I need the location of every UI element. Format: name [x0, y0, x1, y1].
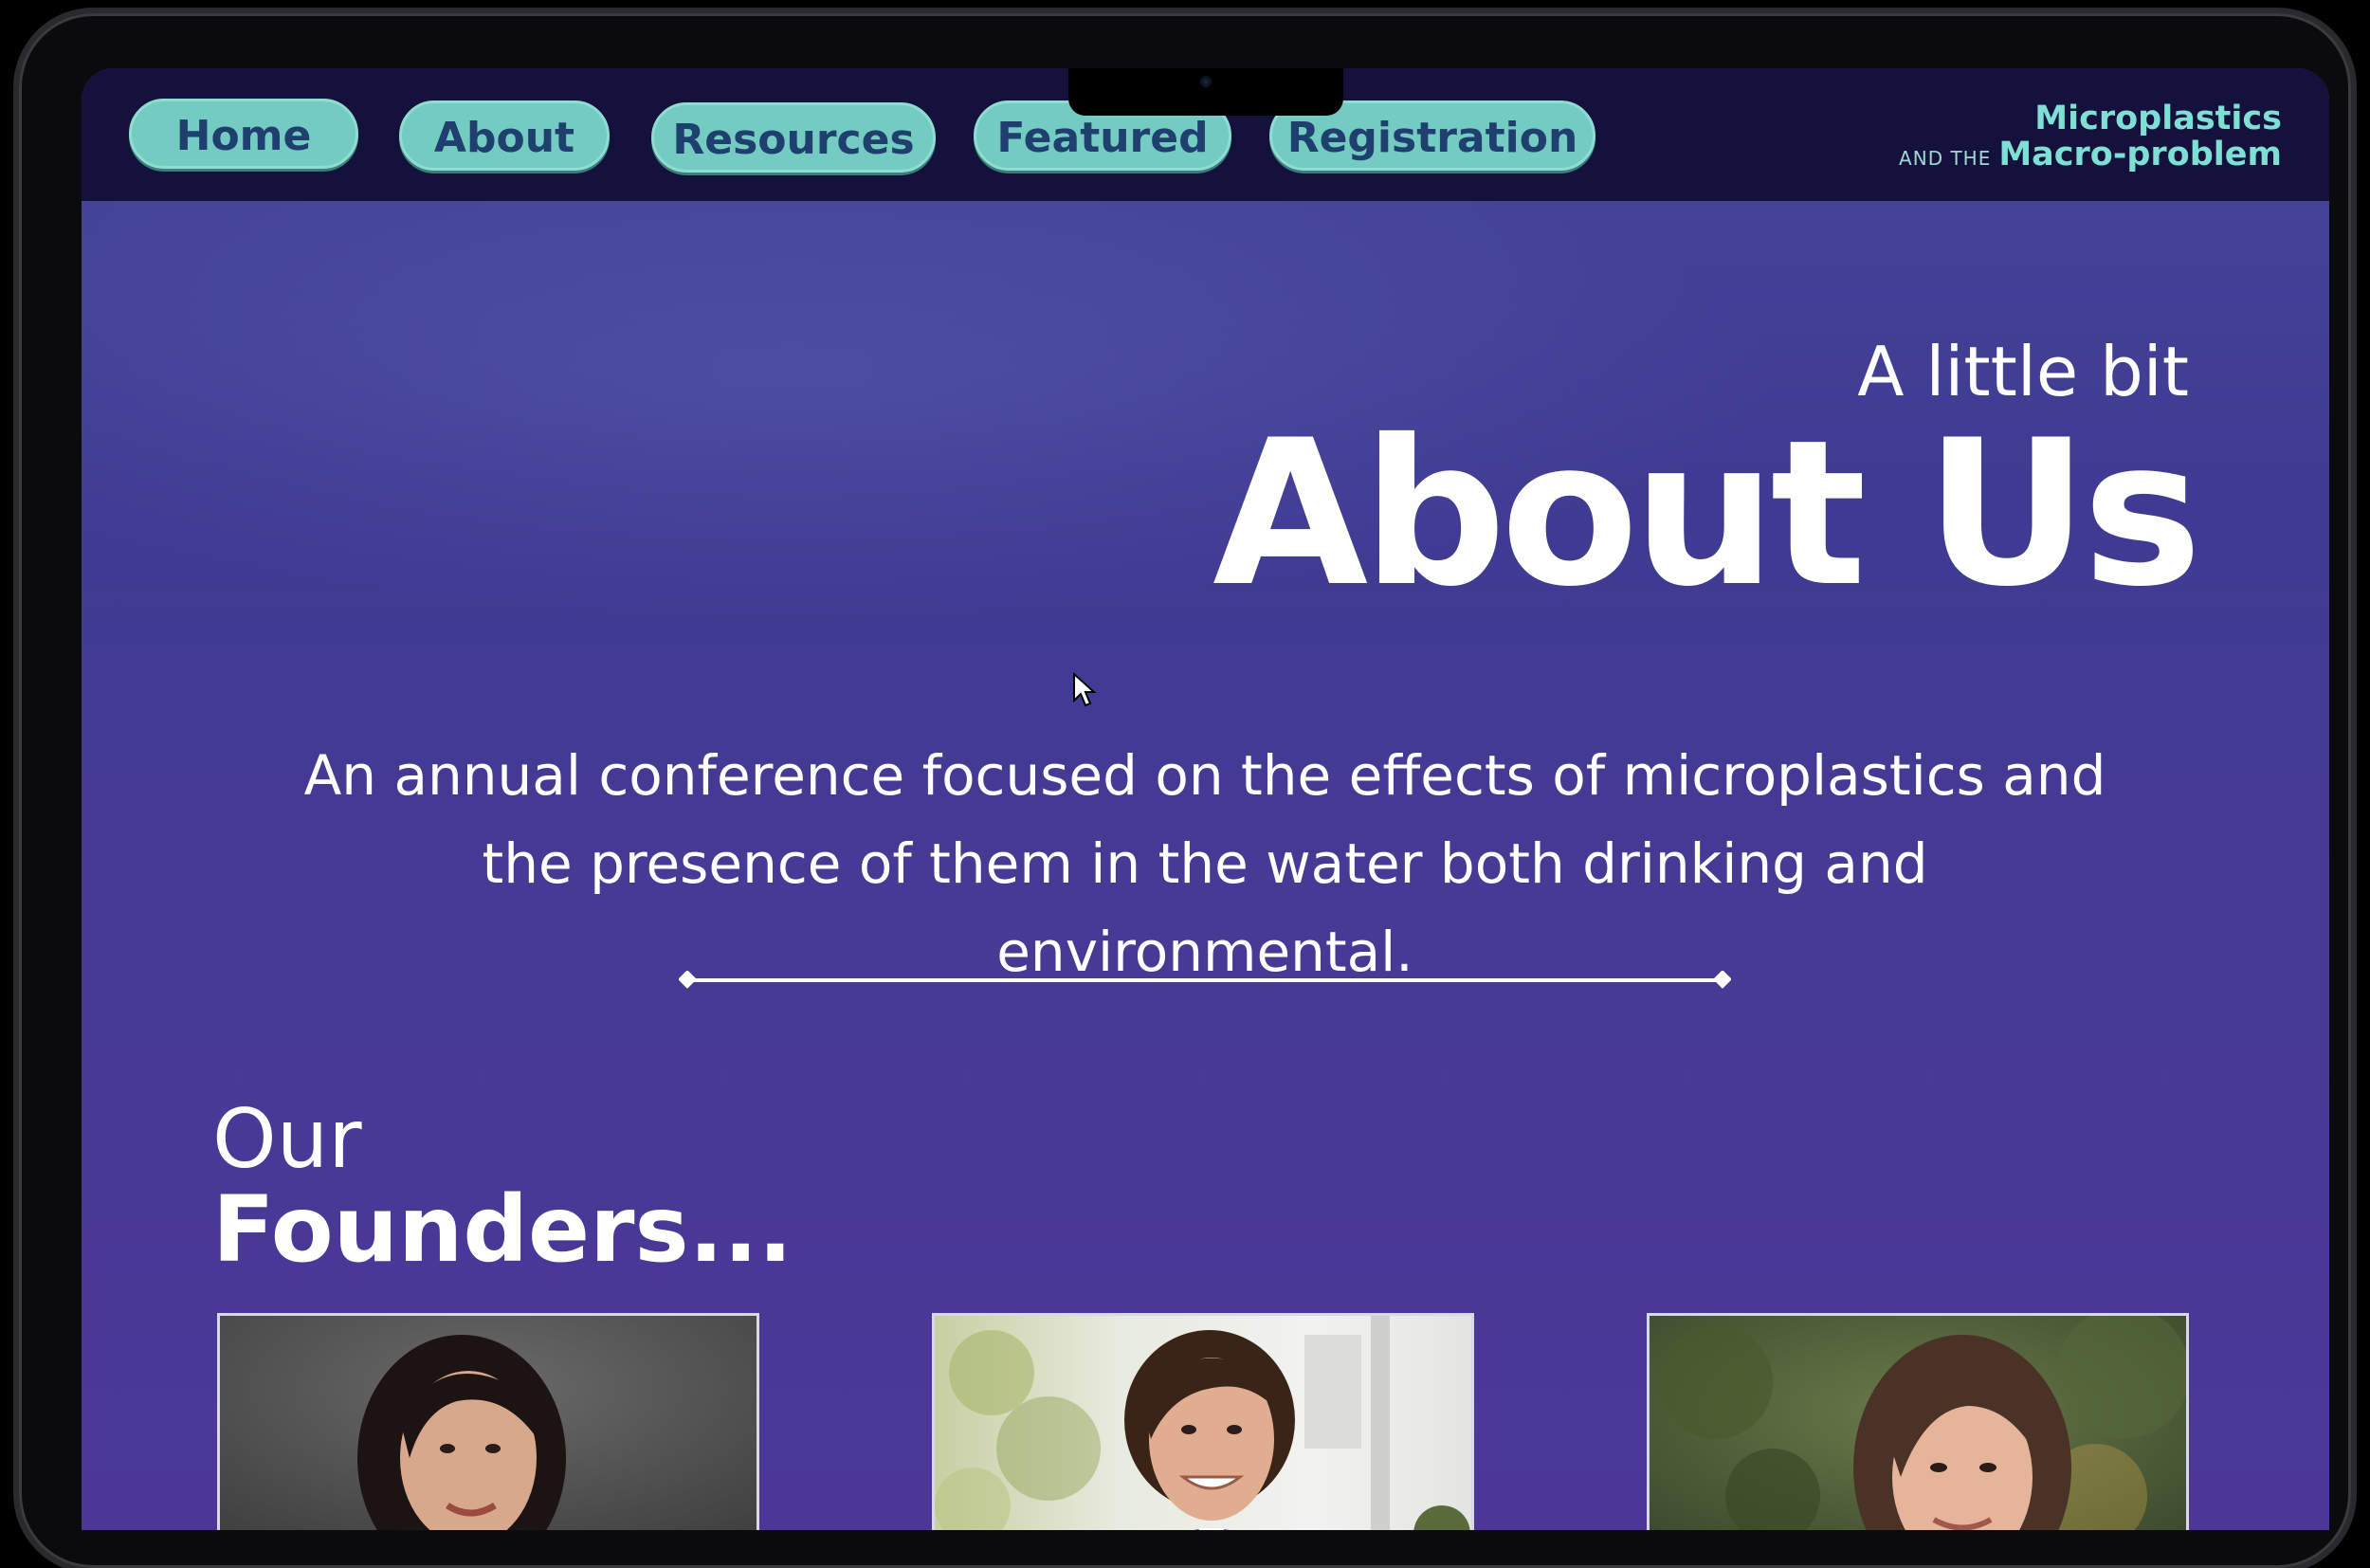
- laptop-frame: Home About Resources Featured Registrati…: [19, 13, 2351, 1568]
- camera-icon: [1200, 76, 1212, 87]
- founders-heading-top: Our: [212, 1092, 362, 1187]
- logo-macro-problem: Macro-problem: [1998, 136, 2282, 173]
- logo-and-the: AND THE: [1899, 147, 1992, 170]
- founder-photo-1: [217, 1313, 759, 1530]
- founders-heading: Founders...: [212, 1176, 793, 1283]
- logo-line-microplastics: Microplastics: [2034, 100, 2282, 137]
- nav-home-button[interactable]: Home: [129, 99, 358, 169]
- mouse-pointer-icon: [1073, 672, 1097, 707]
- site-logo[interactable]: Microplastics AND THE Macro-problem: [1899, 100, 2282, 176]
- logo-line-macro-problem: AND THE Macro-problem: [1899, 137, 2282, 176]
- section-divider: [679, 971, 1731, 989]
- conference-description: An annual conference focused on the effe…: [303, 743, 2106, 984]
- founder-photo-2: [932, 1313, 1474, 1530]
- camera-notch: [1068, 68, 1343, 116]
- nav-resources-button[interactable]: Resources: [651, 102, 936, 173]
- browser-viewport: Home About Resources Featured Registrati…: [82, 68, 2329, 1530]
- founder-photo-3: [1647, 1313, 2189, 1530]
- nav-about-button[interactable]: About: [399, 100, 610, 171]
- hero-title: About Us: [1212, 396, 2202, 630]
